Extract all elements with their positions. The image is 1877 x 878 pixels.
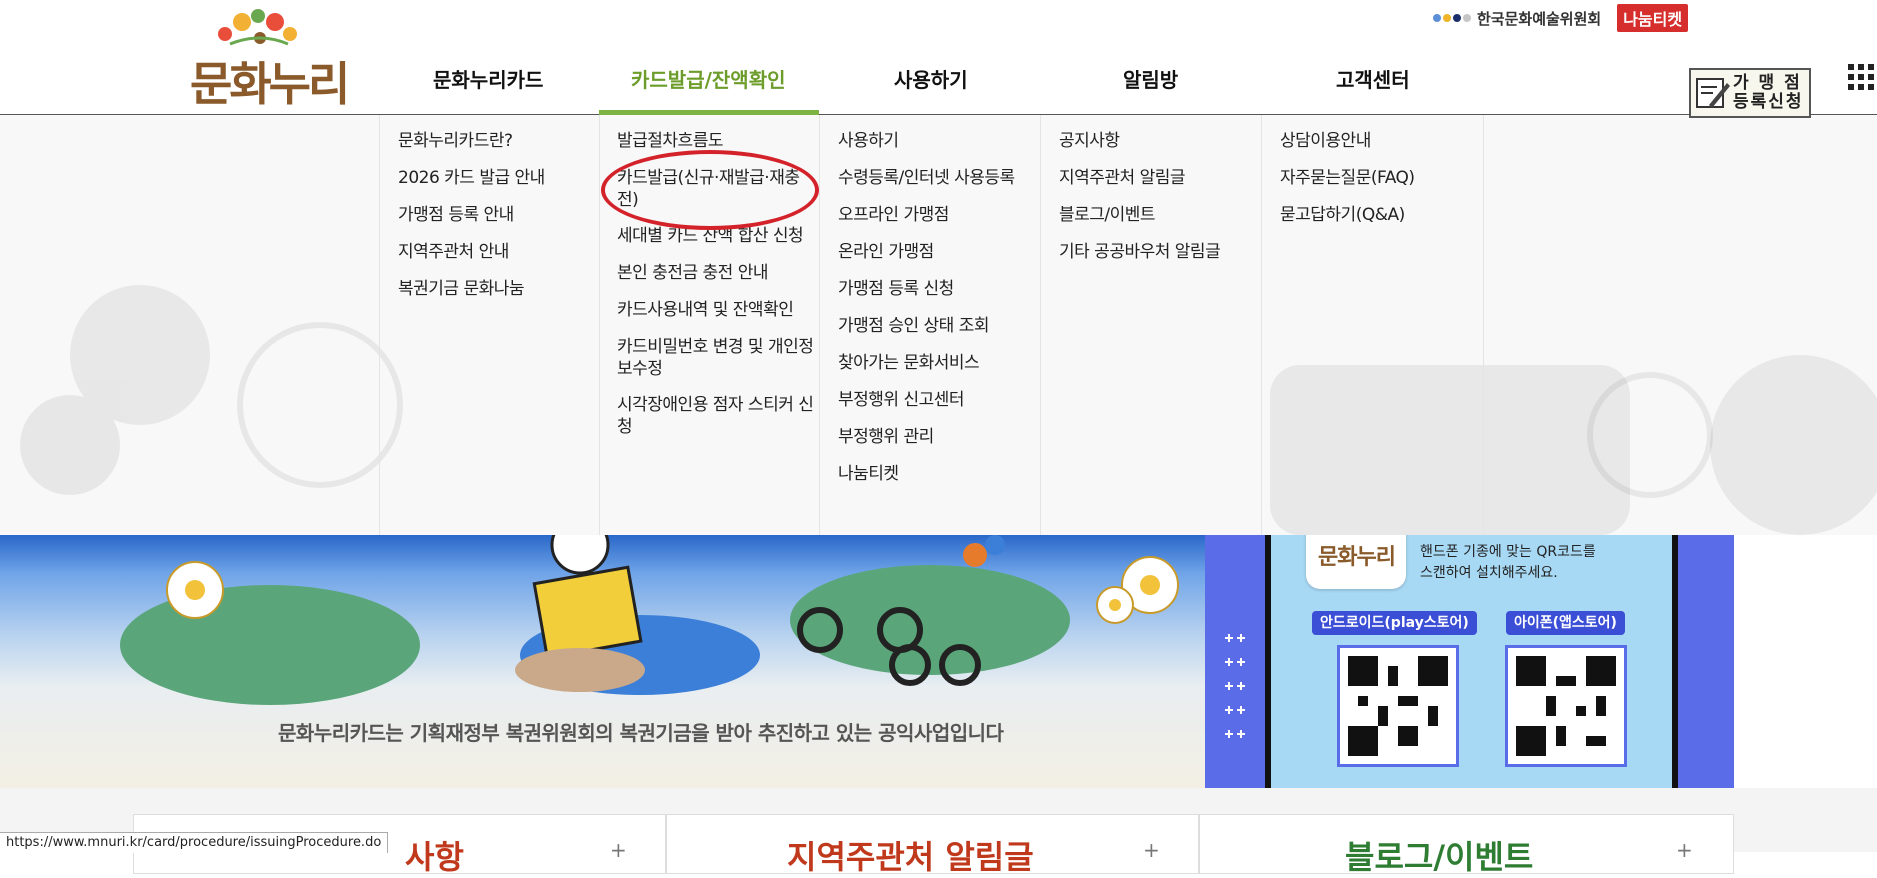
nanum-ticket-link[interactable]: 나눔티켓 <box>1617 4 1689 32</box>
menu-item-merchant-guide[interactable]: 가맹점 등록 안내 <box>398 204 600 226</box>
qr-desc-line2: 스캔하여 설치해주세요. <box>1420 565 1558 581</box>
menu-item-other-voucher[interactable]: 기타 공공바우처 알림글 <box>1059 241 1262 263</box>
mega-col-culture-card: 문화누리카드란? 2026 카드 발급 안내 가맹점 등록 안내 지역주관처 안… <box>379 115 600 535</box>
menu-item-self-charge[interactable]: 본인 충전금 충전 안내 <box>617 262 817 284</box>
card-regional-more-icon[interactable]: + <box>1143 838 1160 862</box>
merchant-register-button[interactable]: 가 맹 점 등록신청 <box>1689 68 1811 118</box>
banner-illustration <box>120 535 1179 705</box>
menu-item-consult-guide[interactable]: 상담이용안내 <box>1280 130 1483 152</box>
menu-item-password-change[interactable]: 카드비밀번호 변경 및 개인정보수정 <box>617 336 817 380</box>
qr-desc-line1: 핸드폰 기종에 맞는 QR코드를 <box>1420 544 1596 560</box>
menu-item-announcements[interactable]: 공지사항 <box>1059 130 1262 152</box>
card-blog-title: 블로그/이벤트 <box>1345 838 1534 876</box>
card-regional-title: 지역주관처 알림글 <box>787 838 1034 876</box>
qr-description: 핸드폰 기종에 맞는 QR코드를 스캔하여 설치해주세요. <box>1420 542 1596 584</box>
menu-item-fraud-manage[interactable]: 부정행위 관리 <box>838 426 1041 448</box>
menu-item-receipt-register[interactable]: 수령등록/인터넷 사용등록 <box>838 167 1041 189</box>
menu-item-issue-flow[interactable]: 발급절차흐름도 <box>617 130 817 152</box>
pen-icon <box>1696 78 1730 108</box>
mega-col-usage: 사용하기 수령등록/인터넷 사용등록 오프라인 가맹점 온라인 가맹점 가맹점 … <box>819 115 1041 535</box>
logo-text: 문화누리 <box>190 57 350 111</box>
gnb-usage[interactable]: 사용하기 <box>894 64 968 93</box>
gnb-culture-card[interactable]: 문화누리카드 <box>433 64 543 93</box>
menu-item-regional-notice[interactable]: 지역주관처 알림글 <box>1059 167 1262 189</box>
menu-item-regional-agency[interactable]: 지역주관처 안내 <box>398 241 600 263</box>
app-icon-text: 문화누리 <box>1318 545 1396 570</box>
top-org-links: 한국문화예술위원회 나눔티켓 <box>1433 4 1689 32</box>
mega-col-card-issue: 발급절차흐름도 카드발급(신규·재발급·재충전) 세대별 카드 잔액 합산 신청… <box>599 115 820 535</box>
menu-item-faq[interactable]: 자주묻는질문(FAQ) <box>1280 167 1483 189</box>
qr-code-icon <box>1516 656 1616 756</box>
menu-item-2026-issue[interactable]: 2026 카드 발급 안내 <box>398 167 600 189</box>
menu-item-merchant-status[interactable]: 가맹점 승인 상태 조회 <box>838 315 1041 337</box>
menu-item-braille-sticker[interactable]: 시각장애인용 점자 스티커 신청 <box>617 394 817 438</box>
menu-item-fraud-report[interactable]: 부정행위 신고센터 <box>838 389 1041 411</box>
register-line2: 등록신청 <box>1733 92 1804 112</box>
menu-item-merchant-apply[interactable]: 가맹점 등록 신청 <box>838 278 1041 300</box>
menu-item-nanum-ticket[interactable]: 나눔티켓 <box>838 463 1041 485</box>
menu-item-about-card[interactable]: 문화누리카드란? <box>398 130 600 152</box>
register-line1: 가 맹 점 <box>1733 73 1802 93</box>
arko-logo-icon <box>1433 14 1471 22</box>
all-menu-grid-icon[interactable] <box>1846 62 1877 92</box>
menu-item-lottery-fund[interactable]: 복권기금 문화나눔 <box>398 278 600 300</box>
ios-store-badge[interactable]: 아이폰(앱스토어) <box>1506 611 1625 635</box>
card-notice-title: 사항 <box>405 838 464 876</box>
plus-pattern-icon <box>1225 634 1245 738</box>
menu-item-qna[interactable]: 묻고답하기(Q&A) <box>1280 204 1483 226</box>
gnb-customer-center[interactable]: 고객센터 <box>1336 64 1410 93</box>
menu-item-usage-balance[interactable]: 카드사용내역 및 잔액확인 <box>617 299 817 321</box>
register-text: 가 맹 점 등록신청 <box>1733 74 1804 112</box>
android-store-badge[interactable]: 안드로이드(play스토어) <box>1312 611 1477 635</box>
qr-code-icon <box>1348 656 1448 756</box>
menu-item-how-to-use[interactable]: 사용하기 <box>838 130 1041 152</box>
gnb-notice[interactable]: 알림방 <box>1123 64 1178 93</box>
menu-item-household-balance[interactable]: 세대별 카드 잔액 합산 신청 <box>617 225 817 247</box>
arko-link[interactable]: 한국문화예술위원회 <box>1477 8 1601 29</box>
site-logo[interactable]: 문화누리 <box>190 4 350 111</box>
gnb-active-underline <box>599 110 819 115</box>
site-header: 문화누리 문화누리카드 카드발급/잔액확인 사용하기 알림방 고객센터 한국문화… <box>0 0 1877 118</box>
logo-flower-icon <box>218 9 297 46</box>
card-notice-more-icon[interactable]: + <box>610 838 627 862</box>
card-blog-more-icon[interactable]: + <box>1676 838 1693 862</box>
mega-col-notice: 공지사항 지역주관처 알림글 블로그/이벤트 기타 공공바우처 알림글 <box>1040 115 1262 535</box>
menu-item-online-merchant[interactable]: 온라인 가맹점 <box>838 241 1041 263</box>
menu-item-visiting-service[interactable]: 찾아가는 문화서비스 <box>838 352 1041 374</box>
menu-item-blog-event[interactable]: 블로그/이벤트 <box>1059 204 1262 226</box>
main-banner[interactable] <box>0 535 1205 788</box>
banner-caption: 문화누리카드는 기획재정부 복권위원회의 복권기금을 받아 추진하고 있는 공익… <box>278 721 1004 745</box>
browser-status-url: https://www.mnuri.kr/card/procedure/issu… <box>0 832 389 853</box>
gnb-card-issue[interactable]: 카드발급/잔액확인 <box>631 64 786 93</box>
menu-item-offline-merchant[interactable]: 오프라인 가맹점 <box>838 204 1041 226</box>
ios-qr-code[interactable] <box>1505 645 1627 767</box>
mega-menu: 문화누리카드란? 2026 카드 발급 안내 가맹점 등록 안내 지역주관처 안… <box>0 115 1877 535</box>
android-qr-code[interactable] <box>1337 645 1459 767</box>
menu-item-card-issue[interactable]: 카드발급(신규·재발급·재충전) <box>617 167 817 211</box>
mega-col-customer: 상담이용안내 자주묻는질문(FAQ) 묻고답하기(Q&A) <box>1261 115 1484 535</box>
